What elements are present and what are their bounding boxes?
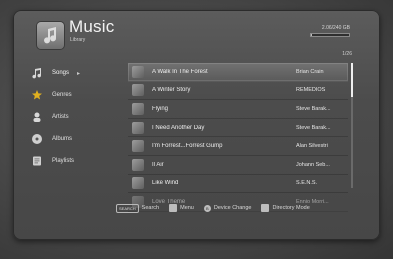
music-note-icon (30, 66, 44, 80)
song-title: A Walk In The Forest (152, 68, 208, 75)
directory-button-icon (261, 204, 270, 212)
song-artist: Steve Barak... (296, 124, 331, 131)
menu-hint[interactable]: Menu (169, 204, 194, 212)
album-art-thumbnail (132, 121, 144, 134)
sidebar-item-label: Artists (52, 114, 69, 120)
directory-mode-label: Directory Mode (272, 205, 310, 211)
song-title: Flying (152, 105, 169, 112)
album-art-thumbnail (132, 140, 144, 153)
sidebar-item-label: Songs (52, 70, 70, 76)
song-artist: Alan Silvestri (296, 143, 328, 150)
playlist-icon (30, 154, 44, 168)
song-list: A Walk In The Forest Brian Crain A Winte… (128, 63, 348, 212)
list-item[interactable]: Il Air Johann Seb... (128, 156, 348, 175)
song-artist: Johann Seb... (296, 161, 330, 168)
star-icon (30, 88, 44, 102)
scrollbar-thumb[interactable] (351, 63, 353, 97)
music-folder-icon (37, 22, 64, 49)
sidebar-item-label: Playlists (52, 158, 75, 164)
song-artist: REMEDIOS (296, 87, 326, 94)
page-indicator: 1/26 (342, 51, 352, 57)
sidebar-item-albums[interactable]: Albums (30, 128, 120, 150)
page-title: Music (69, 17, 115, 36)
search-hint[interactable]: SEARCH Search (116, 203, 160, 213)
chevron-right-icon: ▸ (77, 70, 81, 77)
device-change-label: Device Change (213, 205, 252, 211)
category-sidebar: Songs ▸ Genres Artists Albums Playlists (30, 62, 120, 172)
song-title: I Need Another Day (152, 124, 205, 131)
list-scrollbar[interactable] (351, 63, 353, 188)
song-title: I'm Forrest...Forrest Gump (152, 143, 223, 150)
list-item[interactable]: I'm Forrest...Forrest Gump Alan Silvestr… (128, 137, 348, 156)
blue-button-icon: B (203, 204, 211, 212)
storage-bar (310, 33, 350, 37)
sidebar-item-label: Genres (52, 92, 72, 98)
storage-text: 2.06/240 GB (321, 25, 350, 31)
song-artist: S.E.N.S. (296, 180, 318, 187)
storage-bar-fill (311, 34, 312, 36)
list-item[interactable]: Flying Steve Barak... (128, 100, 348, 119)
device-change-hint[interactable]: B Device Change (203, 204, 252, 212)
list-item[interactable]: I Need Another Day Steve Barak... (128, 119, 348, 138)
sidebar-item-label: Albums (52, 136, 73, 142)
song-artist: Brian Crain (296, 68, 324, 75)
disc-icon (30, 132, 44, 146)
song-title: A Winter Story (152, 87, 191, 94)
button-hint-bar: SEARCH Search Menu B Device Change Direc… (116, 201, 376, 215)
sidebar-item-genres[interactable]: Genres (30, 84, 120, 106)
album-art-thumbnail (132, 84, 144, 97)
sidebar-item-playlists[interactable]: Playlists (30, 150, 120, 172)
album-art-thumbnail (132, 65, 144, 78)
search-key-icon: SEARCH (116, 203, 139, 213)
album-art-thumbnail (132, 102, 144, 115)
person-icon (30, 110, 44, 124)
album-art-thumbnail (132, 158, 144, 171)
search-hint-label: Search (141, 205, 160, 211)
music-library-screen: Music Library 2.06/240 GB 1/26 Songs ▸ G… (0, 0, 393, 259)
directory-mode-hint[interactable]: Directory Mode (261, 204, 310, 212)
song-artist: Steve Barak... (296, 105, 331, 112)
list-item[interactable]: A Walk In The Forest Brian Crain (128, 63, 348, 82)
menu-button-icon (169, 204, 178, 212)
sidebar-item-artists[interactable]: Artists (30, 106, 120, 128)
menu-hint-label: Menu (180, 205, 194, 211)
page-subtitle: Library (70, 37, 86, 43)
song-title: Like Wind (152, 180, 179, 187)
list-item[interactable]: Like Wind S.E.N.S. (128, 175, 348, 194)
album-art-thumbnail (132, 177, 144, 190)
sidebar-item-songs[interactable]: Songs ▸ (30, 62, 120, 84)
song-title: Il Air (152, 161, 164, 168)
list-item[interactable]: A Winter Story REMEDIOS (128, 82, 348, 101)
